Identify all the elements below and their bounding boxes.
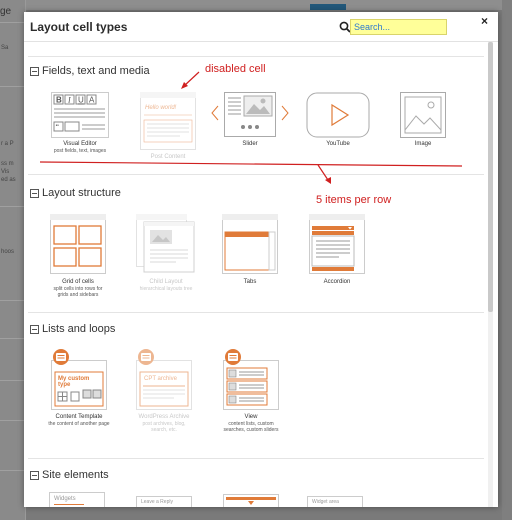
background-divider: [0, 470, 24, 471]
arrowhead-items-per-row: [325, 177, 331, 184]
background-text: Sa: [1, 45, 9, 51]
background-right-edge: [502, 0, 512, 520]
background-divider: [0, 300, 24, 301]
arrow-disabled-cell: [183, 71, 200, 87]
background-button: [310, 4, 346, 10]
background-divider: [0, 206, 24, 207]
background-title: ge: [0, 6, 12, 17]
background-divider: [0, 22, 24, 23]
arrow-items-per-row: [317, 164, 329, 181]
background-text: ss m: [1, 161, 14, 167]
background-text: Vis: [1, 169, 10, 175]
background-divider: [0, 338, 24, 339]
background-text: ed as: [1, 177, 16, 183]
background-topbar: [0, 0, 512, 10]
background-divider: [0, 420, 24, 421]
annotation-arrows: [39, 71, 463, 184]
background-divider: [0, 86, 24, 87]
layout-cell-types-dialog: Layout cell types × Fields, text and med…: [24, 12, 498, 507]
background-divider: [0, 380, 24, 381]
line-row-marker: [39, 161, 463, 167]
background-text: r a P: [1, 141, 14, 147]
background-sidebar: ge Sa r a P ss m Vis ed as hoos: [0, 0, 26, 520]
background-text: hoos: [1, 249, 15, 255]
